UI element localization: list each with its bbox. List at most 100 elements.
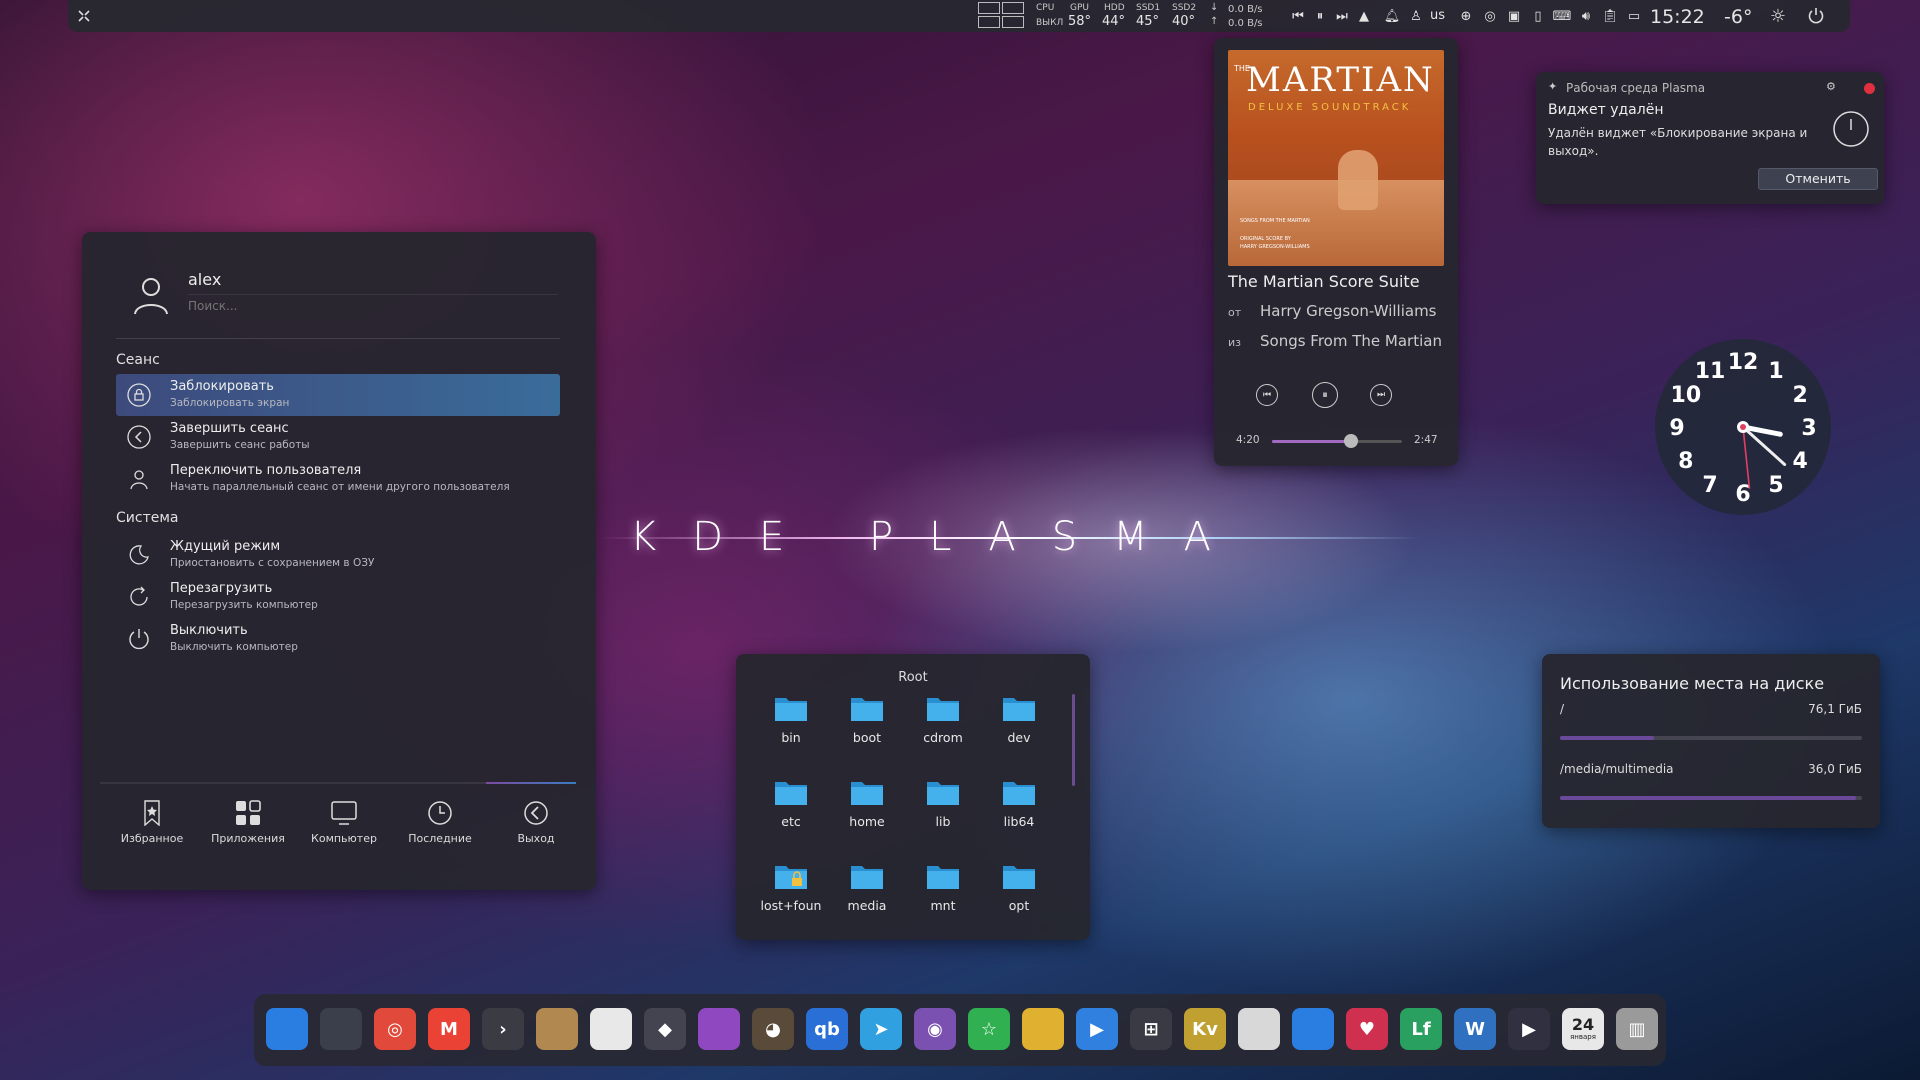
header-divider [116,338,560,339]
folder-item[interactable]: opt [984,862,1054,913]
media-next-icon[interactable]: ⏭ [1334,8,1350,24]
disk-usage-title: Использование места на диске [1560,674,1825,693]
tab-leave[interactable]: Выход [488,798,584,858]
chrome-icon[interactable]: ◎ [374,1008,416,1050]
display-icon[interactable]: ▣ [1506,8,1522,24]
album-art-small-2: ORIGINAL SCORE BY [1240,236,1291,242]
search-input[interactable] [188,294,558,316]
keyboard-layout[interactable]: us [1430,8,1445,23]
clock-number: 10 [1671,383,1702,408]
notifications-bell-icon[interactable]: 🔔︎ [1384,8,1401,24]
lf-icon[interactable]: Lf [1400,1008,1442,1050]
undo-button[interactable]: Отменить [1758,168,1878,190]
color-picker-icon[interactable] [698,1008,740,1050]
clock-number: 1 [1768,359,1783,384]
pause-icon[interactable]: ⏸ [1312,382,1338,408]
notification-settings-icon[interactable]: ⚙ [1826,80,1836,93]
hdd-temp: 44° [1102,14,1126,29]
github-icon[interactable]: ◉ [914,1008,956,1050]
kvantum-icon[interactable]: Kv [1184,1008,1226,1050]
clipboard-icon[interactable]: 📋︎ [1602,8,1619,24]
weather-temperature[interactable]: -6° [1724,6,1752,28]
clock-time[interactable]: 15:22 [1650,6,1705,28]
top-panel: CPU ВЫКЛ GPU 58° HDD 44° SSD1 45° SSD2 4… [68,0,1850,32]
folder-item[interactable]: boot [832,694,902,745]
gmail-icon[interactable]: M [428,1008,470,1050]
menu-item-shutdown[interactable]: Выключить Выключить компьютер [116,618,560,660]
media-pause-icon[interactable]: ⏸ [1312,8,1328,24]
analog-clock-widget[interactable]: 12 1 2 3 4 5 6 7 8 9 10 11 [1653,337,1833,517]
text-editor-icon[interactable] [590,1008,632,1050]
tray-expand-icon[interactable]: ▲ [1356,8,1372,24]
folder-item[interactable]: etc [756,778,826,829]
weather-sun-icon[interactable]: ☼ [1768,6,1788,27]
menu-item-restart[interactable]: Перезагрузить Перезагрузить компьютер [116,576,560,618]
next-track-icon[interactable]: ⏭ [1370,384,1392,406]
favorites-icon[interactable]: ☆ [968,1008,1010,1050]
settings-icon[interactable] [320,1008,362,1050]
inkscape-icon[interactable]: ◆ [644,1008,686,1050]
folder-item[interactable]: cdrom [908,694,978,745]
tab-label: Последние [408,832,472,845]
file-manager-icon[interactable] [266,1008,308,1050]
folder-item[interactable]: media [832,862,902,913]
menu-item-logout[interactable]: Завершить сеанс Завершить сеанс работы [116,416,560,458]
media-icon[interactable]: ▶ [1508,1008,1550,1050]
network-globe-icon[interactable]: ⊕ [1458,8,1474,24]
menu-item-lock[interactable]: Заблокировать Заблокировать экран [116,374,560,416]
disk-usage-widget: Использование места на диске / 76,1 ГиБ … [1542,654,1880,828]
calendar-icon[interactable]: 24 января [1562,1008,1604,1050]
tab-label: Избранное [120,832,184,845]
plasma-menu-icon[interactable] [76,8,92,24]
trash-icon[interactable]: ▥ [1616,1008,1658,1050]
clock-number: 12 [1728,350,1759,375]
qbittorrent-icon[interactable]: qb [806,1008,848,1050]
gimp-icon[interactable]: ◕ [752,1008,794,1050]
power-icon [126,626,152,652]
folder-item[interactable]: bin [756,694,826,745]
tab-computer[interactable]: Компьютер [296,798,392,858]
folder-item[interactable]: dev [984,694,1054,745]
tab-recent[interactable]: Последние [392,798,488,858]
folder-item[interactable]: mnt [908,862,978,913]
tab-favorites[interactable]: Избранное [104,798,200,858]
volume-icon[interactable]: 🔊︎ [1578,8,1594,24]
terminal-icon[interactable]: › [482,1008,524,1050]
menu-item-switch-user[interactable]: Переключить пользователя Начать параллел… [116,458,560,500]
folder-scrollbar[interactable] [1072,694,1075,786]
clock-face: 12 12 3 45678 9 1011 [1655,339,1831,515]
device-icon[interactable]: ▭ [1626,8,1642,24]
net-up-arrow-icon: ↑ [1210,16,1219,27]
heart-icon[interactable]: ♥ [1346,1008,1388,1050]
battery-icon[interactable]: ▯ [1530,8,1546,24]
clock-number: 7 [1702,473,1717,498]
user-tray-icon[interactable]: ♙ [1408,8,1424,24]
menu-item-title: Перезагрузить [170,581,273,596]
keyboard-icon[interactable]: ⌨ [1553,8,1572,24]
video-player-icon[interactable]: ▶ [1076,1008,1118,1050]
notification-close-icon[interactable] [1864,83,1875,94]
telegram-icon[interactable]: ➤ [860,1008,902,1050]
previous-track-icon[interactable]: ⏮ [1256,384,1278,406]
archive-icon[interactable] [536,1008,578,1050]
media-prev-icon[interactable]: ⏮ [1290,8,1306,24]
wps-icon[interactable]: W [1454,1008,1496,1050]
folder-icon[interactable] [1292,1008,1334,1050]
ssd2-label: SSD2 [1172,3,1197,13]
mixer-icon[interactable] [1238,1008,1280,1050]
folder-item[interactable]: home [832,778,902,829]
progress-handle[interactable] [1344,434,1359,448]
progress-slider[interactable] [1272,434,1402,448]
application-launcher: alex Сеанс Заблокировать Заблокировать э… [82,232,596,890]
folder-item[interactable]: lib64 [984,778,1054,829]
power-icon[interactable] [1806,6,1826,26]
menu-item-sleep[interactable]: Ждущий режим Приостановить с сохранением… [116,534,560,576]
folder-item[interactable]: lib [908,778,978,829]
cpu-meter-icon[interactable] [978,2,1026,30]
tab-applications[interactable]: Приложения [200,798,296,858]
calculator-icon[interactable]: ⊞ [1130,1008,1172,1050]
user-avatar-icon[interactable] [132,274,170,316]
folder-item[interactable]: lost+foun [756,862,826,913]
vpn-icon[interactable]: ◎ [1482,8,1498,24]
camera-icon[interactable] [1022,1008,1064,1050]
